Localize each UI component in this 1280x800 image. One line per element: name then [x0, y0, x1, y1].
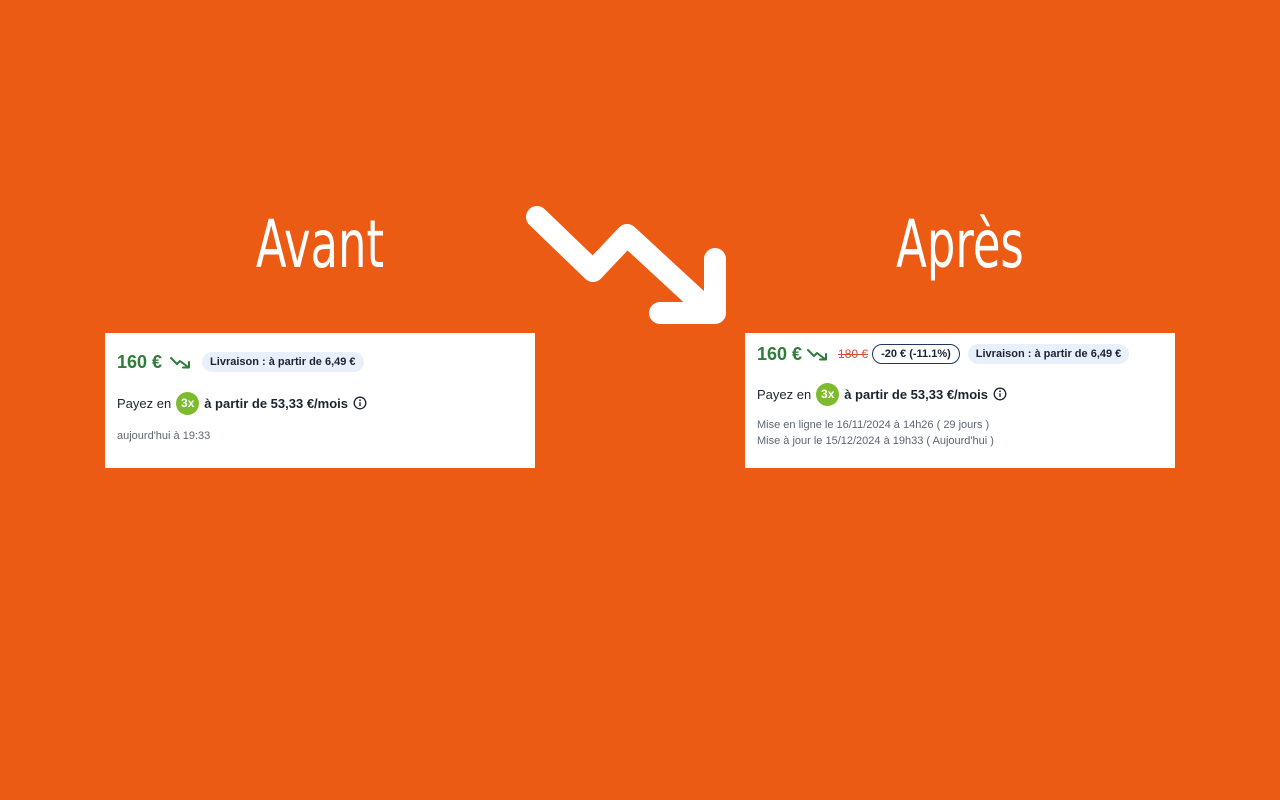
trend-down-icon [807, 349, 828, 361]
trend-down-icon [170, 357, 191, 369]
installment-amount: à partir de 53,33 €/mois [844, 386, 988, 402]
info-circle-icon[interactable] [353, 396, 367, 410]
listing-card-after: 160 € 180 € -20 € (-11.1%) Livraison : à… [745, 333, 1175, 468]
price-row: 160 € 180 € -20 € (-11.1%) Livraison : à… [757, 344, 1163, 364]
current-price: 160 € [117, 351, 163, 372]
price-row: 160 € Livraison : à partir de 6,49 € [117, 352, 523, 372]
shipping-badge: Livraison : à partir de 6,49 € [967, 344, 1130, 364]
listing-dates: Mise en ligne le 16/11/2024 à 14h26 ( 29… [757, 417, 1163, 449]
installment-row: Payez en 3x à partir de 53,33 €/mois [117, 391, 523, 415]
old-price: 180 € [838, 347, 869, 361]
installment-row: Payez en 3x à partir de 53,33 €/mois [757, 382, 1163, 406]
heading-after: Après [896, 206, 1024, 283]
installment-amount: à partir de 53,33 €/mois [204, 395, 348, 411]
posted-date: Mise en ligne le 16/11/2024 à 14h26 ( 29… [757, 419, 990, 431]
updated-date: Mise à jour le 15/12/2024 à 19h33 ( Aujo… [757, 435, 994, 447]
heading-before: Avant [255, 206, 385, 283]
installment-prefix: Payez en [117, 395, 172, 411]
shipping-badge: Livraison : à partir de 6,49 € [202, 352, 364, 372]
discount-badge: -20 € (-11.1%) [872, 344, 960, 364]
trend-down-arrow-icon [526, 206, 726, 324]
installment-badge: 3x [816, 382, 840, 406]
listing-card-before: 160 € Livraison : à partir de 6,49 € Pay… [105, 333, 535, 468]
installment-badge: 3x [176, 391, 200, 415]
installment-prefix: Payez en [757, 386, 812, 402]
info-circle-icon[interactable] [993, 387, 1007, 401]
timestamp: aujourd'hui à 19:33 [117, 430, 211, 442]
current-price: 160 € [757, 343, 803, 364]
